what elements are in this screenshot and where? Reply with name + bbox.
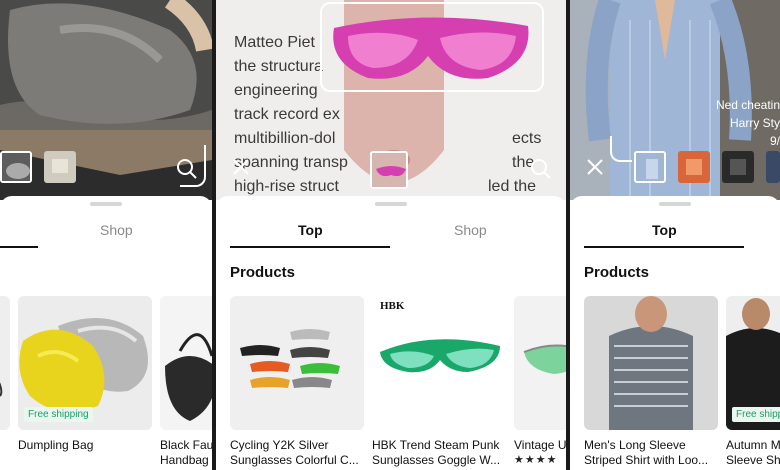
- detected-item-thumb-selected[interactable]: [370, 151, 408, 189]
- product-title-line2: Sunglasses Goggle W...: [372, 453, 501, 467]
- product-title: Black Fau: [160, 438, 212, 452]
- product-title: Autumn M: [726, 438, 780, 452]
- overlay-caption: Harry Sty: [729, 116, 780, 130]
- background-text-line: the structura: [234, 58, 323, 75]
- sheet-handle[interactable]: [659, 202, 691, 206]
- product-card[interactable]: Men's Long Sleeve Striped Shirt with Loo…: [584, 296, 718, 468]
- product-card[interactable]: Free shipp Autumn M Sleeve Sh: [726, 296, 780, 468]
- detected-item-thumb-selected[interactable]: [0, 151, 32, 183]
- product-image: [230, 296, 364, 430]
- product-title-line2: Sleeve Sh: [726, 453, 780, 467]
- overlay-caption: Ned cheatin: [715, 98, 780, 112]
- background-text-line: led the: [488, 178, 537, 195]
- close-icon[interactable]: [232, 158, 250, 181]
- results-sheet: Shop Free shipping Dumpling Bag Black Fa…: [0, 196, 212, 470]
- scan-frame-corner: [610, 136, 632, 162]
- tab-active-underline: [230, 246, 390, 248]
- panel-left: Shop Free shipping Dumpling Bag Black Fa…: [0, 0, 212, 470]
- rating-stars: ★★★★: [514, 454, 558, 466]
- product-image: Free shipping: [18, 296, 152, 430]
- free-shipping-badge: Free shipp: [732, 407, 780, 422]
- brand-logo: HBK: [380, 300, 405, 312]
- product-card[interactable]: HBK HBK Trend Steam Punk Sunglasses Gogg…: [372, 296, 506, 468]
- panel-right: Ned cheatin Harry Sty 9/ Top Products Me…: [570, 0, 780, 470]
- background-text-line: ects: [512, 130, 542, 147]
- shirt-video-photo: Ned cheatin Harry Sty 9/: [570, 0, 780, 200]
- tab-active-underline: [0, 246, 38, 248]
- bag-video-photo: [0, 0, 212, 200]
- section-title: Products: [584, 264, 650, 281]
- background-text-line: Matteo Piet: [234, 34, 315, 51]
- product-title-line2: Handbag: [160, 453, 209, 467]
- background-text-line: track record ex: [234, 106, 340, 123]
- product-card[interactable]: Black Fau Handbag: [160, 296, 212, 468]
- product-image: [160, 296, 212, 430]
- search-icon[interactable]: [530, 158, 552, 185]
- tab-top[interactable]: Top: [652, 222, 677, 238]
- sheet-handle[interactable]: [375, 202, 407, 206]
- tab-bar: Top: [570, 218, 780, 248]
- results-sheet: Top Products Men's Long Sleeve Striped S…: [570, 196, 780, 470]
- pink-sunglasses: [333, 17, 529, 79]
- sheet-handle[interactable]: [90, 202, 122, 206]
- product-image: HBK: [372, 296, 506, 430]
- product-title: Men's Long Sleeve: [584, 438, 686, 452]
- tab-top[interactable]: Top: [298, 222, 323, 238]
- free-shipping-badge: Free shipping: [24, 407, 93, 422]
- sunglasses-video-photo: Matteo Piet the structura engineering tr…: [216, 0, 566, 200]
- results-sheet: Top Shop Products Cycling Y2K Silver Sun…: [216, 196, 566, 470]
- product-image: [0, 296, 10, 430]
- product-image: [584, 296, 718, 430]
- product-title: HBK Trend Steam Punk: [372, 438, 500, 452]
- search-icon[interactable]: [176, 158, 198, 185]
- product-image: [514, 296, 566, 430]
- detected-item-thumb[interactable]: [766, 151, 780, 183]
- detected-item-thumb[interactable]: [678, 151, 710, 183]
- background-text-line: multibillion-dol: [234, 130, 336, 147]
- product-title-line2: Sunglasses Colorful C...: [230, 453, 359, 467]
- section-title: Products: [230, 264, 296, 281]
- tab-shop[interactable]: Shop: [454, 222, 487, 238]
- overlay-caption: 9/: [769, 134, 780, 148]
- close-icon[interactable]: [586, 158, 604, 181]
- product-card-partial[interactable]: [0, 296, 10, 430]
- detected-item-thumb[interactable]: [44, 151, 76, 183]
- tab-active-underline: [584, 246, 744, 248]
- background-text-line: spanning transp: [234, 154, 348, 171]
- detected-item-thumb[interactable]: [722, 151, 754, 183]
- product-card[interactable]: Free shipping Dumpling Bag: [18, 296, 152, 453]
- product-card-partial[interactable]: Vintage U ★★★★: [514, 296, 566, 468]
- product-title: Cycling Y2K Silver: [230, 438, 329, 452]
- tab-bar: Shop: [0, 218, 212, 248]
- tab-shop[interactable]: Shop: [100, 222, 133, 238]
- panel-middle: Matteo Piet the structura engineering tr…: [216, 0, 566, 470]
- tab-bar: Top Shop: [216, 218, 566, 248]
- detected-item-thumb-selected[interactable]: [634, 151, 666, 183]
- product-title: Vintage U: [514, 438, 566, 452]
- product-image: Free shipp: [726, 296, 780, 430]
- product-title: Dumpling Bag: [18, 438, 94, 452]
- product-title-line2: Striped Shirt with Loo...: [584, 453, 709, 467]
- background-text-line: engineering: [234, 82, 318, 99]
- product-card[interactable]: Cycling Y2K Silver Sunglasses Colorful C…: [230, 296, 364, 468]
